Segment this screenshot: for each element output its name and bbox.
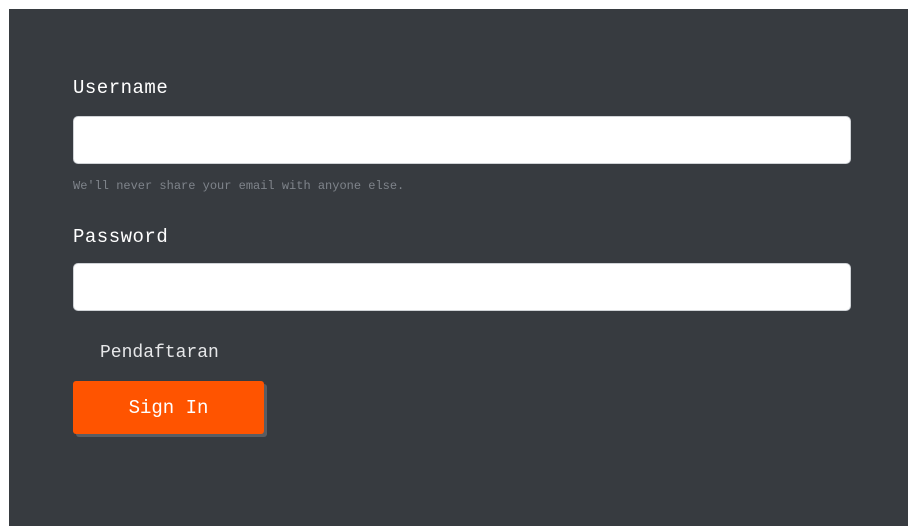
register-link[interactable]: Pendaftaran [100,343,219,363]
username-help-text: We'll never share your email with anyone… [73,179,405,193]
login-panel: Username We'll never share your email wi… [9,9,908,526]
username-label: Username [73,77,169,99]
username-input[interactable] [73,116,851,164]
signin-button[interactable]: Sign In [73,381,264,434]
password-input[interactable] [73,263,851,311]
password-label: Password [73,226,169,248]
